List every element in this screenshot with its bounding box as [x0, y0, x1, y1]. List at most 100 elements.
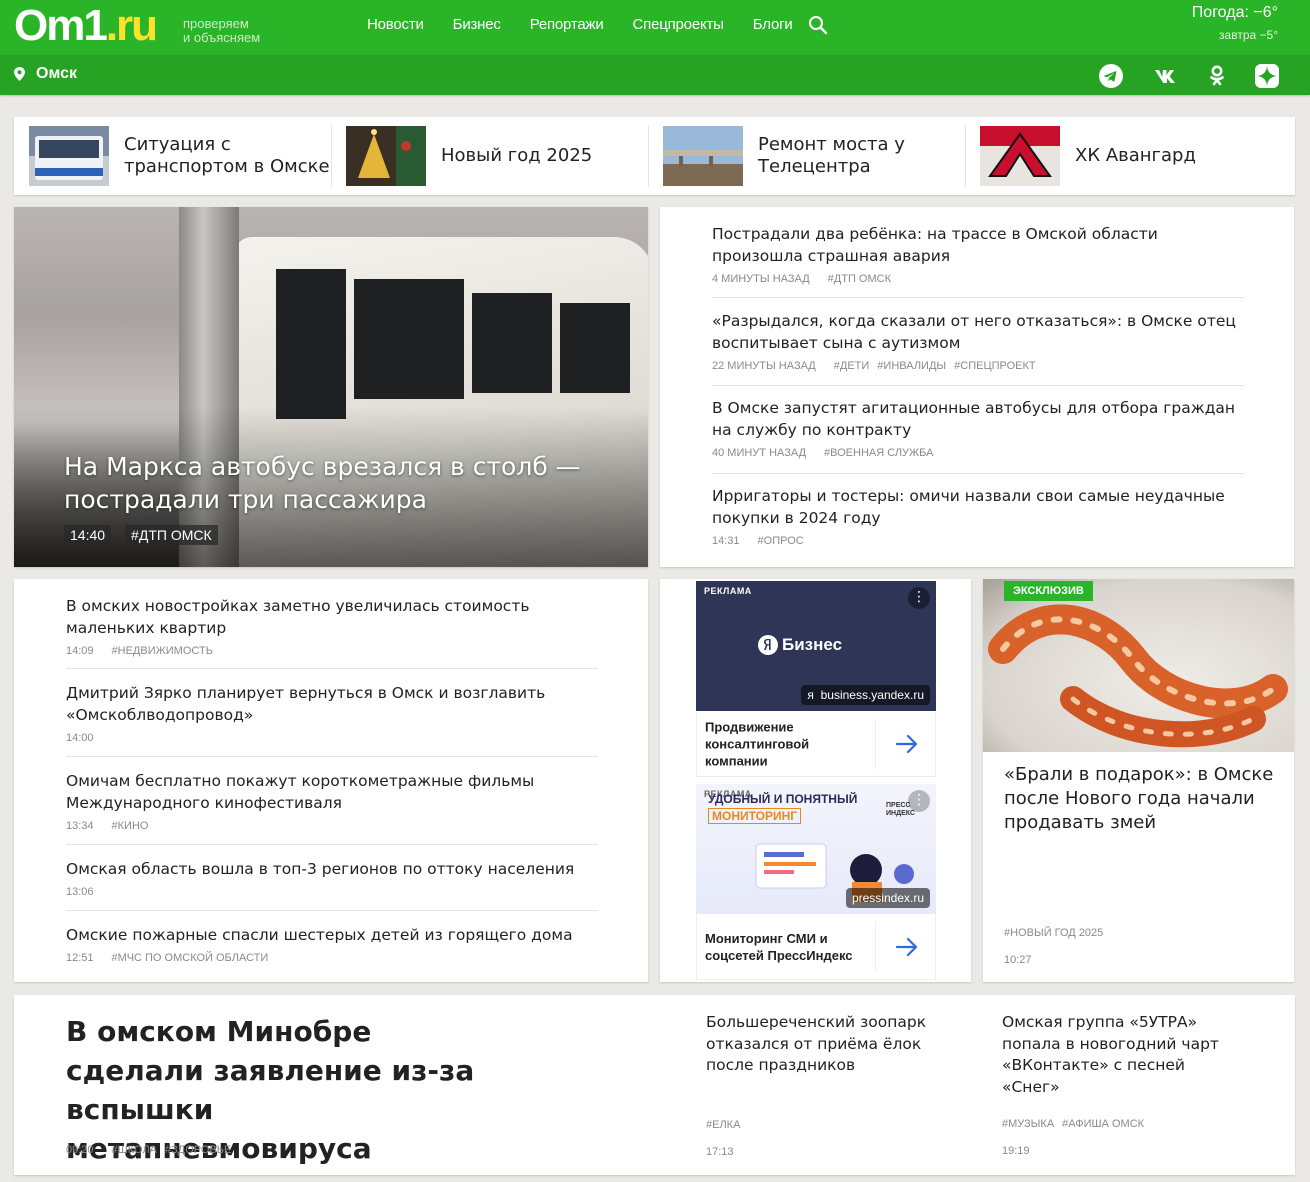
news-tag[interactable]: #ЕЛКА — [706, 1119, 740, 1131]
list-item[interactable]: Омская группа «5УТРА» попала в новогодни… — [1002, 1012, 1242, 1172]
main-nav: Новости Бизнес Репортажи Спецпроекты Бло… — [367, 16, 822, 33]
trend-item[interactable]: Новый год 2025 — [331, 117, 648, 195]
arrow-right-icon — [895, 937, 918, 957]
bridge-photo-icon — [663, 126, 743, 186]
list-item[interactable]: Омская область вошла в топ-3 регионов по… — [66, 858, 598, 898]
bus-photo-icon — [29, 126, 109, 186]
list-item[interactable]: Ирригаторы и тостеры: омичи назвали свои… — [712, 485, 1244, 547]
list-item[interactable]: «Разрыдался, когда сказали от него отказ… — [712, 310, 1244, 372]
news-meta: 14:31 #ОПРОС — [712, 535, 804, 547]
nav-business[interactable]: Бизнес — [453, 16, 501, 33]
news-title: Омская группа «5УТРА» попала в новогодни… — [1002, 1013, 1219, 1096]
nav-blogs[interactable]: Блоги — [753, 16, 793, 33]
exclusive-time: 10:27 — [1004, 954, 1032, 966]
exclusive-article[interactable]: ЭКСКЛЮЗИВ «Брали в подарок»: в Омске пос… — [983, 579, 1294, 982]
bottom-row: В омском Минобре сделали заявление из-за… — [14, 995, 1295, 1175]
nav-special[interactable]: Спецпроекты — [633, 16, 724, 33]
news-title: В Омске запустят агитационные автобусы д… — [712, 399, 1236, 439]
ad-yandex-banner[interactable]: РЕКЛАМА ⋮ Бизнес я business.yandex.ru — [696, 581, 936, 711]
snake-photo — [983, 579, 1294, 752]
exclusive-badge: ЭКСКЛЮЗИВ — [1004, 581, 1093, 601]
news-meta: 13:34 #КИНО — [66, 820, 149, 832]
news-title: Омские пожарные спасли шестерых детей из… — [66, 926, 573, 944]
weather-now: Погода: −6° — [1191, 4, 1278, 21]
dzen-icon[interactable] — [1255, 64, 1279, 88]
trend-item[interactable]: Ситуация с транспортом в Омске — [14, 117, 331, 195]
trend-title: Ремонт моста у Телецентра — [758, 134, 905, 177]
news-meta: 40 минут назад #ВОЕННАЯ СЛУЖБА — [712, 447, 934, 459]
news-meta: 12:51 #МЧС ПО ОМСКОЙ ОБЛАСТИ — [66, 952, 269, 964]
news-list-secondary: В омских новостройках заметно увеличилас… — [14, 579, 648, 982]
news-meta: 22 минуты назад #ДЕТИ #ИНВАЛИДЫ #СПЕЦПРОЕКТ — [712, 360, 1036, 372]
news-meta: 14:00 — [66, 732, 94, 744]
latest-news-list: Пострадали два ребёнка: на трассе в Омск… — [660, 207, 1294, 567]
list-item[interactable]: Омские пожарные спасли шестерых детей из… — [66, 924, 598, 964]
news-title: Омская область вошла в топ-3 регионов по… — [66, 860, 575, 878]
weather-widget[interactable]: Погода: −6° завтра −5° — [1192, 4, 1278, 44]
hero-meta: 14:40 #ДТП ОМСК — [64, 525, 232, 545]
list-item[interactable]: Большереченский зоопарк отказался от при… — [706, 1012, 946, 1172]
hero-tag[interactable]: #ДТП ОМСК — [125, 525, 218, 545]
news-meta: 14:09 #НЕДВИЖИМОСТЬ — [66, 645, 213, 657]
ad-pressindex-banner[interactable]: РЕКЛАМА УДОБНЫЙ И ПОНЯТНЫЙ МОНИТОРИНГ ПР… — [696, 784, 936, 914]
main-article-meta: 09:20 #ШКОЛА #ЗДОРОВЬЕ — [66, 1144, 232, 1156]
odnoklassniki-icon[interactable] — [1205, 64, 1229, 88]
list-item[interactable]: В Омске запустят агитационные автобусы д… — [712, 397, 1244, 459]
trending-topics: Ситуация с транспортом в Омске Новый год… — [14, 117, 1295, 195]
city-selector[interactable]: Омск — [14, 65, 77, 83]
exclusive-tag[interactable]: #НОВЫЙ ГОД 2025 — [1004, 927, 1103, 939]
top-header: Om1.ru проверяем и объясняем Новости Биз… — [0, 0, 1310, 55]
ad-arrow-button[interactable] — [875, 719, 935, 769]
ad-brand: Бизнес — [782, 635, 843, 654]
list-item[interactable]: Дмитрий Зярко планирует вернуться в Омск… — [66, 682, 598, 744]
ad-menu-icon[interactable]: ⋮ — [908, 587, 930, 609]
exclusive-title: «Брали в подарок»: в Омске после Нового … — [1004, 764, 1274, 833]
ad-arrow-button[interactable] — [875, 922, 935, 972]
list-item[interactable]: Омичам бесплатно покажут короткометражны… — [66, 770, 598, 832]
news-title: Ирригаторы и тостеры: омичи назвали свои… — [712, 487, 1225, 527]
news-title: Омичам бесплатно покажут короткометражны… — [66, 772, 535, 812]
telegram-icon[interactable] — [1099, 64, 1123, 88]
city-bar: Омск — [0, 55, 1310, 95]
christmas-tree-photo-icon — [346, 126, 426, 186]
nav-news[interactable]: Новости — [367, 16, 424, 33]
ad-url: pressindex.ru — [845, 888, 930, 908]
yandex-logo-icon — [758, 635, 778, 655]
hockey-logo-icon — [980, 126, 1060, 186]
news-title: Дмитрий Зярко планирует вернуться в Омск… — [66, 684, 546, 724]
search-icon[interactable] — [808, 15, 828, 35]
hero-title: На Маркса автобус врезался в столб — пос… — [64, 452, 581, 514]
nav-reports[interactable]: Репортажи — [530, 16, 604, 33]
city-name: Омск — [36, 65, 77, 82]
trend-title: ХК Авангард — [1075, 145, 1196, 166]
vk-icon[interactable] — [1154, 64, 1178, 88]
news-tags: #МУЗЫКА #АФИША ОМСК — [1002, 1118, 1145, 1130]
hero-time: 14:40 — [64, 525, 112, 545]
site-logo[interactable]: Om1.ru — [14, 4, 158, 48]
ad-column: РЕКЛАМА ⋮ Бизнес я business.yandex.ru Пр… — [660, 579, 971, 982]
hero-article[interactable]: На Маркса автобус врезался в столб — пос… — [14, 207, 648, 567]
weather-tomorrow: завтра −5° — [1219, 28, 1278, 42]
news-title: «Разрыдался, когда сказали от него отказ… — [712, 312, 1236, 352]
news-title: Пострадали два ребёнка: на трассе в Омск… — [712, 225, 1158, 265]
list-item[interactable]: Пострадали два ребёнка: на трассе в Омск… — [712, 223, 1244, 285]
news-meta: 13:06 — [66, 886, 94, 898]
trend-title: Ситуация с транспортом в Омске — [124, 134, 330, 177]
news-meta: 4 минуты назад #ДТП ОМСК — [712, 273, 891, 285]
ad-yandex-text[interactable]: Продвижение консалтинговой компании — [696, 711, 936, 777]
location-pin-icon — [14, 67, 25, 81]
site-slogan: проверяем и объясняем — [183, 16, 261, 45]
list-item[interactable]: В омских новостройках заметно увеличилас… — [66, 595, 598, 657]
news-time: 19:19 — [1002, 1145, 1030, 1157]
trend-title: Новый год 2025 — [441, 145, 593, 166]
snake-illustration-icon — [988, 604, 1288, 748]
arrow-right-icon — [895, 734, 918, 754]
news-time: 17:13 — [706, 1146, 734, 1158]
ad-menu-icon[interactable]: ⋮ — [908, 790, 930, 812]
news-title: Большереченский зоопарк отказался от при… — [706, 1013, 927, 1074]
news-title: В омских новостройках заметно увеличилас… — [66, 597, 530, 637]
trend-item[interactable]: ХК Авангард — [965, 117, 1282, 195]
trend-item[interactable]: Ремонт моста у Телецентра — [648, 117, 965, 195]
ad-url: я business.yandex.ru — [801, 685, 930, 705]
ad-pressindex-text[interactable]: Мониторинг СМИ и соцсетей ПрессИндекс — [696, 914, 936, 980]
